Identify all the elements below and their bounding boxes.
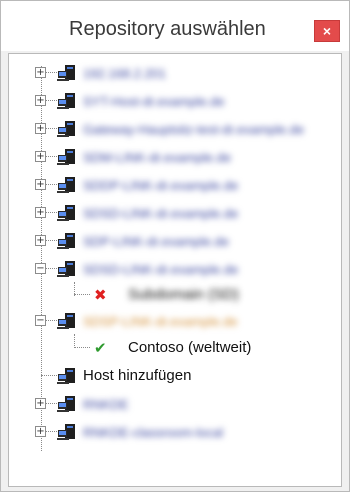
tree-connector — [46, 240, 57, 241]
error-x-icon: ✖ — [94, 286, 107, 304]
tree-item-host[interactable]: + SDSD-LINK-dr.example.de — [35, 202, 335, 224]
tree-connector — [74, 294, 90, 295]
pc-icon — [57, 177, 75, 193]
host-label: RNKDE-classroom-local — [83, 425, 224, 440]
tree-connector — [46, 72, 57, 73]
tree-item-host[interactable]: + RNKDE — [35, 393, 335, 415]
title-bar: Repository auswählen × — [1, 1, 349, 51]
expand-toggle[interactable]: + — [35, 67, 46, 78]
tree-connector — [41, 375, 57, 376]
tree-item-host[interactable]: + SDP-LINK-dr.example.de — [35, 230, 335, 252]
tree-connector — [46, 184, 57, 185]
pc-icon — [57, 121, 75, 137]
pc-icon — [57, 65, 75, 81]
host-label: SDSD-LINK-dr.example.de — [83, 262, 239, 277]
host-label: SDM-LINK-dr.example.de — [83, 150, 232, 165]
tree-item-host[interactable]: + SDM-LINK-dr.example.de — [35, 146, 335, 168]
expand-toggle[interactable]: + — [35, 179, 46, 190]
tree-connector — [74, 347, 90, 348]
pc-icon — [57, 424, 75, 440]
host-label: RNKDE — [83, 397, 129, 412]
expand-toggle[interactable]: + — [35, 151, 46, 162]
tree-connector — [46, 128, 57, 129]
host-label: SDSD-LINK-dr.example.de — [83, 206, 239, 221]
pc-icon — [57, 93, 75, 109]
host-label: 192.168.2.201 — [83, 66, 167, 81]
repository-tree[interactable]: + 192.168.2.201 + SYT-Host-dr.example.de… — [8, 53, 342, 487]
tree-item-host[interactable]: + Gateway-Hauptsitz-test-dr.example.de — [35, 118, 335, 140]
repository-dialog: Repository auswählen × + 192.168.2.201 +… — [0, 0, 350, 492]
host-label: SYT-Host-dr.example.de — [83, 94, 225, 109]
close-icon: × — [322, 23, 332, 39]
repository-label: Contoso (weltweit) — [128, 339, 252, 356]
host-label: SDP-LINK-dr.example.de — [83, 234, 229, 249]
expand-toggle[interactable]: + — [35, 207, 46, 218]
pc-icon — [57, 149, 75, 165]
pc-icon — [57, 261, 75, 277]
expand-toggle[interactable]: + — [35, 398, 46, 409]
expand-toggle[interactable]: + — [35, 123, 46, 134]
tree-item-host[interactable]: + SDDP-LINK-dr.example.de — [35, 174, 335, 196]
host-label: SDSP-LINK-dr.example.de — [83, 314, 238, 329]
host-label: Gateway-Hauptsitz-test-dr.example.de — [83, 122, 305, 137]
tree-connector — [46, 268, 57, 269]
tree-item-host[interactable]: + RNKDE-classroom-local — [35, 421, 335, 443]
tree-item-repository[interactable]: ✔ Contoso (weltweit) — [68, 337, 328, 359]
tree-connector — [46, 212, 57, 213]
pc-icon — [57, 233, 75, 249]
collapse-toggle[interactable]: − — [35, 263, 46, 274]
tree-item-host[interactable]: − SDSD-LINK-dr.example.de — [35, 258, 335, 280]
host-label: SDDP-LINK-dr.example.de — [83, 178, 239, 193]
tree-connector — [46, 403, 57, 404]
repository-label: Subdomain (SD) — [128, 286, 239, 303]
tree-connector — [46, 431, 57, 432]
pc-icon — [57, 368, 75, 384]
pc-icon — [57, 396, 75, 412]
add-host-label: Host hinzufügen — [83, 367, 192, 384]
collapse-toggle[interactable]: − — [35, 315, 46, 326]
pc-icon — [57, 205, 75, 221]
tree-connector — [46, 100, 57, 101]
close-button[interactable]: × — [314, 20, 340, 42]
tree-item-host[interactable]: + 192.168.2.201 — [35, 62, 335, 84]
add-host-item[interactable]: Host hinzufügen — [35, 365, 335, 387]
pc-icon — [57, 313, 75, 329]
window-title: Repository auswählen — [69, 18, 266, 40]
tree-item-repository[interactable]: ✖ Subdomain (SD) — [68, 284, 328, 306]
tree-item-host[interactable]: + SYT-Host-dr.example.de — [35, 90, 335, 112]
expand-toggle[interactable]: + — [35, 426, 46, 437]
expand-toggle[interactable]: + — [35, 95, 46, 106]
expand-toggle[interactable]: + — [35, 235, 46, 246]
check-icon: ✔ — [94, 339, 107, 357]
tree-item-host[interactable]: − SDSP-LINK-dr.example.de — [35, 310, 335, 332]
tree-connector — [46, 320, 57, 321]
tree-connector — [46, 156, 57, 157]
